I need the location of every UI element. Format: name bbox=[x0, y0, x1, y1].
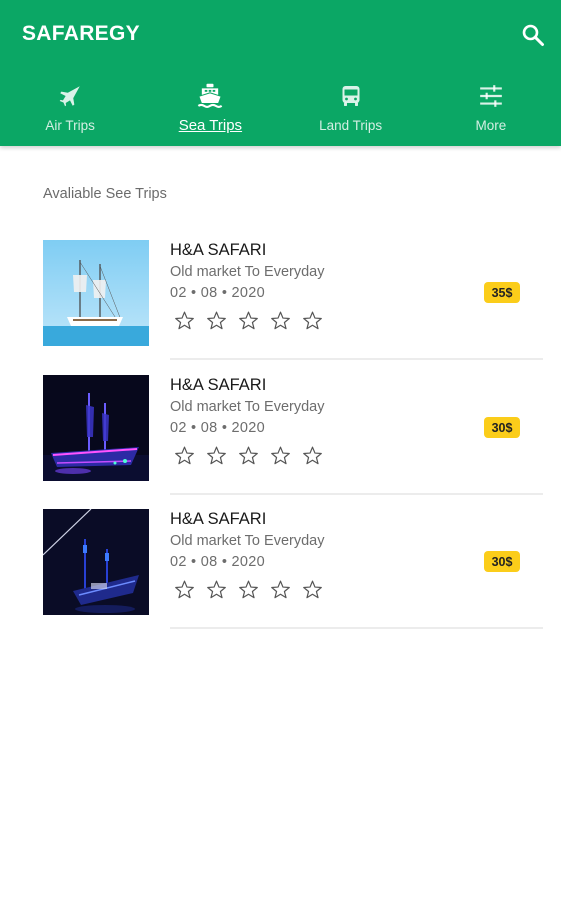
star-icon[interactable] bbox=[302, 310, 323, 331]
trip-name: H&A SAFARI bbox=[170, 241, 267, 259]
tab-sea-trips-label: Sea Trips bbox=[178, 117, 243, 134]
star-icon[interactable] bbox=[206, 310, 227, 331]
rating-stars bbox=[174, 445, 323, 466]
star-icon[interactable] bbox=[206, 445, 227, 466]
star-icon[interactable] bbox=[174, 310, 195, 331]
trip-name: H&A SAFARI bbox=[170, 510, 267, 528]
trip-type-tabs: Air Trips Sea Trips Land Trips More bbox=[0, 74, 561, 146]
search-icon bbox=[522, 24, 544, 46]
tab-more-label: More bbox=[475, 118, 507, 133]
trip-card[interactable]: H&A SAFARI Old market To Everyday 02 • 0… bbox=[0, 375, 561, 510]
trip-name: H&A SAFARI bbox=[170, 376, 267, 394]
trip-route: Old market To Everyday bbox=[170, 533, 325, 549]
tab-land-trips-label: Land Trips bbox=[319, 118, 383, 133]
star-icon[interactable] bbox=[270, 310, 291, 331]
tab-air-trips-label: Air Trips bbox=[45, 118, 95, 133]
trip-date: 02 • 08 • 2020 bbox=[170, 285, 265, 301]
star-icon[interactable] bbox=[302, 579, 323, 600]
price-badge: 35$ bbox=[484, 282, 520, 303]
star-icon[interactable] bbox=[270, 445, 291, 466]
app-title: SAFAREGY bbox=[22, 22, 140, 45]
star-icon[interactable] bbox=[238, 310, 259, 331]
price-badge: 30$ bbox=[484, 551, 520, 572]
tab-more[interactable]: More bbox=[421, 74, 561, 146]
sliders-icon bbox=[477, 82, 505, 110]
section-title: Avaliable See Trips bbox=[43, 186, 167, 202]
tab-sea-trips[interactable]: Sea Trips bbox=[140, 74, 280, 146]
divider bbox=[170, 358, 543, 360]
star-icon[interactable] bbox=[206, 579, 227, 600]
star-icon[interactable] bbox=[174, 445, 195, 466]
star-icon[interactable] bbox=[238, 445, 259, 466]
airplane-icon bbox=[56, 82, 84, 110]
search-button[interactable] bbox=[518, 20, 548, 50]
tab-air-trips[interactable]: Air Trips bbox=[0, 74, 140, 146]
star-icon[interactable] bbox=[270, 579, 291, 600]
trip-date: 02 • 08 • 2020 bbox=[170, 420, 265, 436]
trip-route: Old market To Everyday bbox=[170, 399, 325, 415]
price-badge: 30$ bbox=[484, 417, 520, 438]
star-icon[interactable] bbox=[238, 579, 259, 600]
trip-card[interactable]: H&A SAFARI Old market To Everyday 02 • 0… bbox=[0, 240, 561, 375]
star-icon[interactable] bbox=[302, 445, 323, 466]
tab-land-trips[interactable]: Land Trips bbox=[281, 74, 421, 146]
rating-stars bbox=[174, 310, 323, 331]
trip-route: Old market To Everyday bbox=[170, 264, 325, 280]
divider bbox=[170, 493, 543, 495]
trip-image bbox=[43, 509, 149, 615]
trip-image bbox=[43, 240, 149, 346]
divider bbox=[170, 627, 543, 629]
bus-icon bbox=[337, 82, 365, 110]
trip-image bbox=[43, 375, 149, 481]
trip-card[interactable]: H&A SAFARI Old market To Everyday 02 • 0… bbox=[0, 509, 561, 644]
trip-date: 02 • 08 • 2020 bbox=[170, 554, 265, 570]
rating-stars bbox=[174, 579, 323, 600]
star-icon[interactable] bbox=[174, 579, 195, 600]
ship-icon bbox=[196, 82, 224, 110]
app-bar: SAFAREGY Air Trips Sea Trips Land Trips … bbox=[0, 0, 561, 146]
